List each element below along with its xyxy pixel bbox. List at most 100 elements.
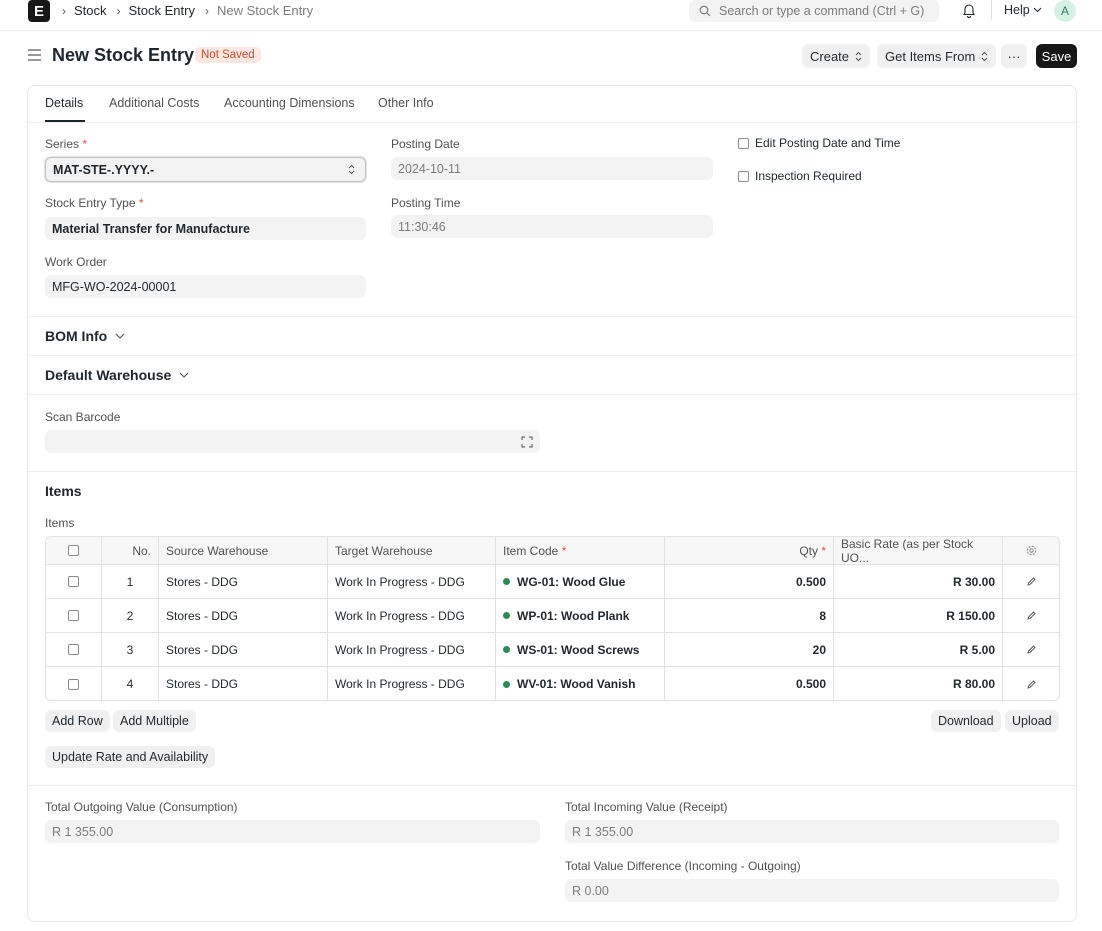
search-input[interactable]: Search or type a command (Ctrl + G) xyxy=(689,0,939,22)
default-warehouse-section[interactable]: Default Warehouse xyxy=(45,367,189,383)
row-source-warehouse[interactable]: Stores - DDG xyxy=(159,565,328,598)
upload-button[interactable]: Upload xyxy=(1005,710,1059,732)
total-incoming-label: Total Incoming Value (Receipt) xyxy=(565,800,728,814)
edit-posting-label: Edit Posting Date and Time xyxy=(755,136,901,150)
row-qty[interactable]: 0.500 xyxy=(665,667,834,700)
menu-icon[interactable] xyxy=(28,49,41,61)
tab-other-info[interactable]: Other Info xyxy=(378,96,434,110)
edit-icon[interactable] xyxy=(1027,645,1036,654)
edit-posting-checkbox[interactable] xyxy=(738,137,749,149)
search-placeholder: Search or type a command (Ctrl + G) xyxy=(719,4,925,18)
edit-icon[interactable] xyxy=(1027,611,1036,620)
row-checkbox[interactable] xyxy=(68,576,79,587)
help-label: Help xyxy=(1004,3,1030,17)
add-multiple-button[interactable]: Add Multiple xyxy=(113,710,196,732)
inspection-checkbox-row[interactable]: Inspection Required xyxy=(738,169,862,183)
status-dot xyxy=(503,646,510,653)
gear-icon[interactable] xyxy=(1026,545,1037,556)
app-logo[interactable]: E xyxy=(28,0,50,22)
table-row[interactable]: 3 Stores - DDG Work In Progress - DDG WS… xyxy=(46,633,1059,667)
row-no: 1 xyxy=(102,565,159,598)
select-arrows-icon xyxy=(348,164,355,175)
row-checkbox[interactable] xyxy=(68,644,79,655)
save-button[interactable]: Save xyxy=(1036,44,1077,68)
row-checkbox[interactable] xyxy=(68,610,79,621)
posting-date-field[interactable]: 2024-10-11 xyxy=(391,157,713,180)
row-target-warehouse[interactable]: Work In Progress - DDG xyxy=(328,633,496,666)
row-qty[interactable]: 0.500 xyxy=(665,565,834,598)
add-row-button[interactable]: Add Row xyxy=(45,710,110,732)
row-source-warehouse[interactable]: Stores - DDG xyxy=(159,633,328,666)
page-title: New Stock Entry xyxy=(52,45,195,65)
avatar[interactable]: A xyxy=(1054,0,1076,22)
row-edit-cell xyxy=(1003,599,1059,632)
scan-barcode-field[interactable] xyxy=(45,430,540,453)
stock-entry-type-field[interactable]: Material Transfer for Manufacture xyxy=(45,217,366,240)
row-basic-rate[interactable]: R 30.00 xyxy=(834,565,1003,598)
row-edit-cell xyxy=(1003,667,1059,700)
series-select[interactable]: MAT-STE-.YYYY.- xyxy=(45,157,366,182)
row-checkbox[interactable] xyxy=(68,678,79,690)
bom-info-section[interactable]: BOM Info xyxy=(45,328,125,344)
work-order-field[interactable]: MFG-WO-2024-00001 xyxy=(45,275,366,298)
search-icon xyxy=(699,5,711,17)
row-select-cell xyxy=(46,667,102,700)
table-row[interactable]: 4 Stores - DDG Work In Progress - DDG WV… xyxy=(46,667,1059,700)
update-rate-button[interactable]: Update Rate and Availability xyxy=(45,746,216,768)
edit-icon[interactable] xyxy=(1027,577,1036,586)
work-order-label: Work Order xyxy=(45,255,107,269)
get-items-from-button[interactable]: Get Items From xyxy=(877,44,997,68)
table-row[interactable]: 1 Stores - DDG Work In Progress - DDG WG… xyxy=(46,565,1059,599)
header-basic-rate: Basic Rate (as per Stock UO... xyxy=(834,537,1003,565)
edit-icon[interactable] xyxy=(1027,679,1036,689)
create-label: Create xyxy=(810,48,850,64)
row-item-code[interactable]: WS-01: Wood Screws xyxy=(496,633,665,666)
tab-additional-costs[interactable]: Additional Costs xyxy=(109,96,199,110)
row-basic-rate[interactable]: R 150.00 xyxy=(834,599,1003,632)
divider xyxy=(28,394,1076,395)
more-actions-button[interactable]: ··· xyxy=(1001,44,1027,68)
row-target-warehouse[interactable]: Work In Progress - DDG xyxy=(328,599,496,632)
items-table: No. Source Warehouse Target Warehouse It… xyxy=(45,536,1060,701)
row-edit-cell xyxy=(1003,565,1059,598)
posting-time-field[interactable]: 11:30:46 xyxy=(391,215,713,238)
select-all-cell xyxy=(46,537,102,564)
row-no: 3 xyxy=(102,633,159,666)
row-item-code[interactable]: WV-01: Wood Vanish xyxy=(496,667,665,700)
row-target-warehouse[interactable]: Work In Progress - DDG xyxy=(328,667,496,700)
active-tab-indicator xyxy=(45,120,85,122)
chevron-right-icon: › xyxy=(204,3,209,18)
breadcrumb-stock[interactable]: Stock xyxy=(74,3,107,18)
inspection-required-checkbox[interactable] xyxy=(738,170,749,182)
row-qty[interactable]: 20 xyxy=(665,633,834,666)
divider xyxy=(28,785,1076,786)
help-dropdown[interactable]: Help xyxy=(1004,3,1042,17)
form-tabs: Details Additional Costs Accounting Dime… xyxy=(28,86,1076,123)
row-basic-rate[interactable]: R 80.00 xyxy=(834,667,1003,700)
scan-icon[interactable] xyxy=(521,436,533,448)
header-item-code: Item Code * xyxy=(496,537,665,564)
row-no: 4 xyxy=(102,667,159,700)
row-basic-rate[interactable]: R 5.00 xyxy=(834,633,1003,666)
download-button[interactable]: Download xyxy=(931,710,1001,732)
row-source-warehouse[interactable]: Stores - DDG xyxy=(159,667,328,700)
select-all-checkbox[interactable] xyxy=(68,545,79,556)
row-item-code[interactable]: WG-01: Wood Glue xyxy=(496,565,665,598)
row-source-warehouse[interactable]: Stores - DDG xyxy=(159,599,328,632)
form-card: Details Additional Costs Accounting Dime… xyxy=(27,85,1077,922)
series-value: MAT-STE-.YYYY.- xyxy=(53,162,155,177)
bell-icon[interactable] xyxy=(962,3,976,18)
header-qty: Qty * xyxy=(665,537,834,564)
create-button[interactable]: Create xyxy=(802,44,871,68)
bom-info-title: BOM Info xyxy=(45,328,108,344)
table-row[interactable]: 2 Stores - DDG Work In Progress - DDG WP… xyxy=(46,599,1059,633)
tab-accounting-dimensions[interactable]: Accounting Dimensions xyxy=(224,96,355,110)
row-qty[interactable]: 8 xyxy=(665,599,834,632)
posting-time-label: Posting Time xyxy=(391,196,461,210)
row-target-warehouse[interactable]: Work In Progress - DDG xyxy=(328,565,496,598)
row-item-code[interactable]: WP-01: Wood Plank xyxy=(496,599,665,632)
edit-posting-checkbox-row[interactable]: Edit Posting Date and Time xyxy=(738,136,900,150)
breadcrumb-stock-entry[interactable]: Stock Entry xyxy=(129,3,195,18)
tab-details[interactable]: Details xyxy=(45,96,83,110)
breadcrumb-current: New Stock Entry xyxy=(216,3,314,18)
